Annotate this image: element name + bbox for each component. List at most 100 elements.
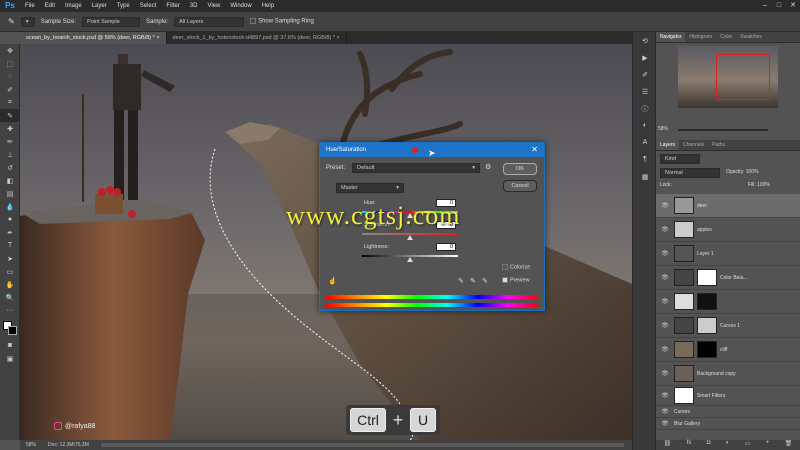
close-icon[interactable]: × [156, 35, 159, 41]
menu-edit[interactable]: Edit [40, 0, 60, 12]
more-tools-icon[interactable]: ··· [0, 304, 20, 317]
color-swatches-icon[interactable] [0, 317, 20, 339]
zoom-level[interactable]: 58% [26, 442, 36, 448]
libraries-icon[interactable]: ▦ [633, 168, 657, 185]
horizontal-scrollbar[interactable] [100, 443, 624, 447]
fill-value[interactable]: 100% [757, 182, 770, 188]
navigator-zoom-slider[interactable] [678, 129, 768, 131]
layer-row[interactable]: 👁 Background copy [656, 362, 800, 386]
type-tool-icon[interactable]: T [0, 239, 20, 252]
eyedropper-tool-icon[interactable]: ✎ [0, 109, 20, 122]
visibility-eye-icon[interactable]: 👁 [656, 274, 674, 281]
paragraph-icon[interactable]: ¶ [633, 151, 657, 168]
screen-mode-icon[interactable]: ▣ [0, 352, 20, 365]
eyedropper-subtract-icon[interactable]: ✎ [482, 277, 488, 285]
ok-button[interactable]: OK [503, 163, 537, 175]
visibility-eye-icon[interactable]: 👁 [656, 202, 674, 209]
menu-window[interactable]: Window [225, 0, 256, 12]
navigator-thumbnail[interactable] [678, 46, 778, 108]
fill-control[interactable]: Fill: 100% [748, 182, 770, 188]
visibility-eye-icon[interactable]: 👁 [656, 370, 674, 377]
document-canvas[interactable]: Hue/Saturation ✕ Preset: Default ▾ ⚙ OK C… [20, 44, 632, 440]
tab-channels[interactable]: Channels [679, 140, 708, 150]
quick-mask-icon[interactable]: ◙ [0, 339, 20, 352]
new-group-icon[interactable]: ▭ [745, 440, 751, 450]
layer-row[interactable]: 👁 cliff [656, 338, 800, 362]
layer-row[interactable]: 👁 Curves 1 [656, 314, 800, 338]
adjustments-icon[interactable]: ◐ [633, 117, 657, 134]
visibility-eye-icon[interactable]: 👁 [656, 226, 674, 233]
marquee-tool-icon[interactable]: ⬚ [0, 57, 20, 70]
tab-color[interactable]: Color [716, 32, 736, 42]
zoom-tool-icon[interactable]: 🔍 [0, 291, 20, 304]
menu-layer[interactable]: Layer [87, 0, 112, 12]
eyedropper-icon[interactable]: ✎ [458, 277, 464, 285]
layer-row[interactable]: 👁 deer [656, 194, 800, 218]
pen-tool-icon[interactable]: ✒ [0, 226, 20, 239]
clone-stamp-tool-icon[interactable]: ⊥ [0, 148, 20, 161]
layer-row[interactable]: 👁 Color Bala... [656, 266, 800, 290]
hand-tool-icon[interactable]: ✋ [0, 278, 20, 291]
preset-options-gear-icon[interactable]: ⚙ [485, 163, 491, 171]
history-icon[interactable]: ⟲ [633, 32, 657, 49]
new-layer-icon[interactable]: + [766, 440, 770, 450]
visibility-eye-icon[interactable]: 👁 [656, 322, 674, 329]
layer-row[interactable]: 👁 Blur Gallery [656, 418, 800, 430]
layer-row[interactable]: 👁 Curves [656, 406, 800, 418]
saturation-slider-thumb[interactable] [407, 235, 413, 240]
brush-tool-icon[interactable]: ✏ [0, 135, 20, 148]
menu-select[interactable]: Select [135, 0, 162, 12]
eyedropper-tool-icon[interactable]: ✎ [8, 17, 15, 26]
info-icon[interactable]: ⓘ [633, 100, 657, 117]
eraser-tool-icon[interactable]: ◧ [0, 174, 20, 187]
dodge-tool-icon[interactable]: ● [0, 213, 20, 226]
visibility-eye-icon[interactable]: 👁 [656, 298, 674, 305]
preset-select[interactable]: Default ▾ [352, 163, 480, 173]
tab-paths[interactable]: Paths [708, 140, 729, 150]
show-sampling-ring-checkbox[interactable]: Show Sampling Ring [250, 18, 314, 25]
tab-histogram[interactable]: Histogram [685, 32, 716, 42]
blend-mode-select[interactable]: Normal [660, 168, 720, 178]
character-icon[interactable]: A [633, 134, 657, 151]
add-mask-icon[interactable]: ◘ [707, 440, 711, 450]
tab-layers[interactable]: Layers [656, 140, 680, 150]
tab-deer-document[interactable]: deer_stock_1_by_hotenstock-d4897.psd @ 3… [166, 32, 347, 44]
move-tool-icon[interactable]: ✥ [0, 44, 20, 57]
sample-select[interactable]: All Layers [174, 16, 245, 27]
visibility-eye-icon[interactable]: 👁 [656, 420, 674, 427]
preview-checkbox[interactable]: Preview [502, 277, 530, 284]
targeted-adjustment-hand-icon[interactable]: ☝ [328, 277, 337, 285]
maximize-icon[interactable]: □ [772, 0, 786, 12]
properties-icon[interactable]: ☰ [633, 83, 657, 100]
navigator-zoom[interactable]: 58% [658, 126, 668, 132]
crop-tool-icon[interactable]: ⌗ [0, 96, 20, 109]
menu-3d[interactable]: 3D [185, 0, 203, 12]
actions-icon[interactable]: ▶ [633, 49, 657, 66]
channel-select[interactable]: Master ▾ [336, 183, 404, 193]
tab-ocean-document[interactable]: ocean_by_toranih_stock.psd @ 58% (deer, … [20, 32, 167, 44]
lightness-field[interactable]: 0 [436, 243, 456, 251]
layer-row[interactable]: 👁 apples [656, 218, 800, 242]
layer-row[interactable]: 👁 Smart Filters [656, 386, 800, 406]
opacity-value[interactable]: 100% [746, 169, 759, 175]
cancel-button[interactable]: Cancel [503, 180, 537, 192]
menu-file[interactable]: File [20, 0, 40, 12]
fx-icon[interactable]: fx [687, 440, 692, 450]
shape-tool-icon[interactable]: ▭ [0, 265, 20, 278]
visibility-eye-icon[interactable]: 👁 [656, 392, 674, 399]
colorize-checkbox[interactable]: Colorize [502, 264, 530, 271]
tab-swatches[interactable]: Swatches [736, 32, 766, 42]
minimize-icon[interactable]: – [758, 0, 772, 12]
close-icon[interactable]: × [337, 35, 340, 41]
menu-view[interactable]: View [202, 0, 225, 12]
visibility-eye-icon[interactable]: 👁 [656, 408, 674, 415]
link-layers-icon[interactable]: ⛓ [664, 440, 672, 450]
gradient-tool-icon[interactable]: ▤ [0, 187, 20, 200]
close-icon[interactable]: ✕ [786, 0, 800, 12]
blur-tool-icon[interactable]: 💧 [0, 200, 20, 213]
delete-layer-icon[interactable]: 🗑 [785, 440, 793, 450]
layer-filter-kind[interactable]: Kind [660, 154, 700, 164]
menu-filter[interactable]: Filter [161, 0, 184, 12]
new-adjustment-icon[interactable]: ◐ [726, 440, 730, 450]
lasso-tool-icon[interactable]: ◌ [0, 70, 20, 83]
